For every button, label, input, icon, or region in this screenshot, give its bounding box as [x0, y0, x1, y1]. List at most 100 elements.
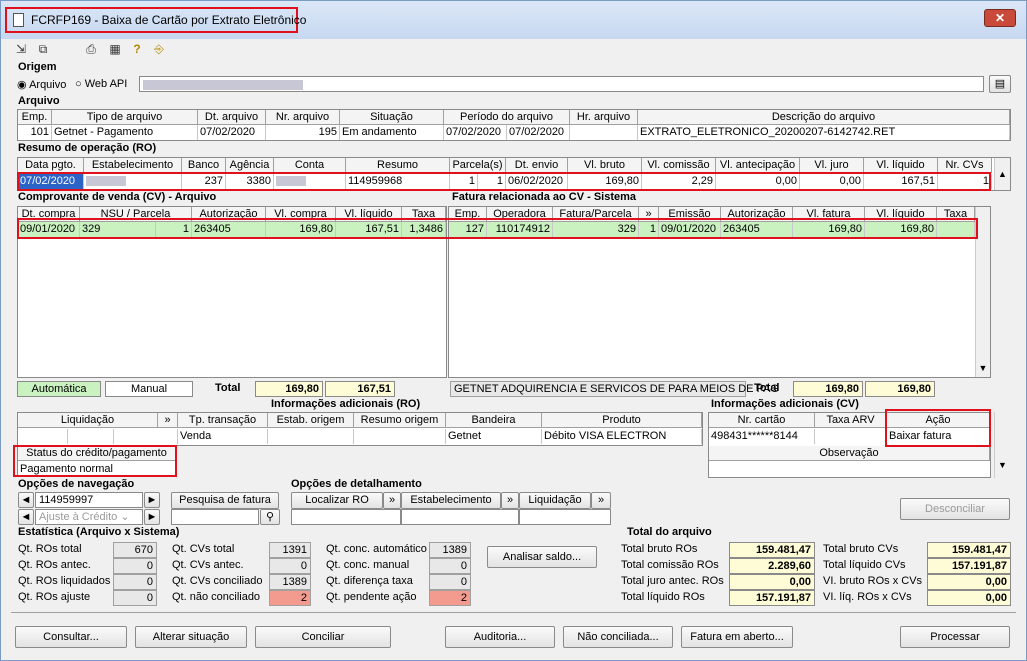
grid-cell[interactable] — [570, 125, 638, 140]
grid-cell[interactable]: EXTRATO_ELETRONICO_20200207-6142742.RET — [638, 125, 1010, 140]
col-header[interactable]: » — [158, 413, 178, 428]
col-header[interactable]: Parcela(s) — [450, 158, 506, 173]
ro-label: Resumo de operação (RO) — [18, 142, 157, 154]
grid-cell[interactable]: Venda — [178, 429, 268, 444]
col-header[interactable]: Resumo origem — [354, 413, 446, 428]
liquidacao-more-button[interactable]: » — [591, 492, 611, 509]
col-header[interactable]: Tipo de arquivo — [52, 110, 198, 125]
copy-icon[interactable]: ⧉ — [35, 41, 51, 57]
grid-cell[interactable] — [354, 429, 446, 444]
new-icon[interactable]: ⇲ — [13, 41, 29, 57]
localizar-ro-button[interactable]: Localizar RO — [291, 492, 383, 509]
info-scrollbar[interactable]: ▼ — [994, 412, 1010, 478]
col-header[interactable]: Hr. arquivo — [570, 110, 638, 125]
grid-cell[interactable]: Em andamento — [340, 125, 444, 140]
col-header[interactable]: Vl. antecipação — [716, 158, 800, 173]
legend-manual: Manual — [105, 381, 193, 397]
grid-cell[interactable]: 07/02/2020 — [198, 125, 266, 140]
conciliar-button[interactable]: Conciliar — [255, 626, 391, 648]
col-header[interactable]: Vl. líquido — [864, 158, 938, 173]
col-header[interactable]: Nr. CVs — [938, 158, 992, 173]
detalhe-field-2[interactable] — [401, 509, 519, 525]
analisar-saldo-button[interactable]: Analisar saldo... — [487, 546, 597, 568]
col-header[interactable]: Bandeira — [446, 413, 542, 428]
col-header[interactable]: Taxa ARV — [815, 413, 887, 428]
col-header[interactable]: Descrição do arquivo — [638, 110, 1010, 125]
col-header[interactable]: Observação — [709, 446, 990, 461]
col-header[interactable]: Vl. bruto — [568, 158, 642, 173]
col-header[interactable]: Situação — [340, 110, 444, 125]
browse-button[interactable]: ▤ — [989, 75, 1011, 93]
stat-label: Qt. CVs total — [172, 543, 235, 555]
stat-label: Qt. ROs liquidados — [18, 575, 111, 587]
pesquisa-field[interactable] — [171, 509, 259, 525]
print-icon[interactable]: ⎙ — [83, 41, 99, 57]
liquidacao-button[interactable]: Liquidação — [519, 492, 591, 509]
grid-cell[interactable]: 07/02/2020 — [507, 125, 570, 140]
grid-cell[interactable] — [114, 429, 178, 444]
col-header[interactable]: Banco — [182, 158, 226, 173]
col-header[interactable]: Produto — [542, 413, 702, 428]
consultar-button[interactable]: Consultar... — [15, 626, 127, 648]
estabelecimento-button[interactable]: Estabelecimento — [401, 492, 501, 509]
radio-arquivo[interactable]: ◉ Arquivo — [17, 78, 66, 91]
grid-cell[interactable] — [18, 429, 68, 444]
col-header[interactable]: Conta — [274, 158, 346, 173]
ro-scrollbar[interactable]: ▲ — [994, 158, 1010, 190]
col-header[interactable]: Estab. origem — [268, 413, 354, 428]
col-header[interactable]: Tp. transação — [178, 413, 268, 428]
grid-cell[interactable]: 195 — [266, 125, 340, 140]
nao-conciliada-button[interactable]: Não conciliada... — [563, 626, 673, 648]
col-header[interactable]: Data pgto. — [18, 158, 84, 173]
nav-prev-button[interactable]: ◄ — [18, 492, 34, 508]
grid-cell[interactable] — [268, 429, 354, 444]
ajuste-prev-button[interactable]: ◄ — [18, 509, 34, 525]
pesquisa-button[interactable]: Pesquisa de fatura — [171, 492, 279, 509]
info-ro-label: Informações adicionais (RO) — [271, 398, 421, 410]
radio-webapi[interactable]: ○ Web API — [75, 78, 127, 90]
file-path-field[interactable] — [139, 76, 984, 92]
window-title: FCRFP169 - Baixa de Cartão por Extrato E… — [5, 7, 306, 33]
grid-cell[interactable]: Getnet — [446, 429, 542, 444]
search-icon[interactable]: ⚲ — [260, 509, 280, 525]
col-header[interactable]: Período do arquivo — [444, 110, 570, 125]
col-header[interactable]: Agência — [226, 158, 274, 173]
estab-more-button[interactable]: » — [501, 492, 519, 509]
grid-cell[interactable]: Getnet - Pagamento — [52, 125, 198, 140]
col-header[interactable]: Vl. comissão — [642, 158, 716, 173]
col-header[interactable]: Nr. arquivo — [266, 110, 340, 125]
col-header[interactable]: Dt. arquivo — [198, 110, 266, 125]
nav-next-button[interactable]: ► — [144, 492, 160, 508]
processar-button[interactable]: Processar — [900, 626, 1010, 648]
grid-cell[interactable] — [68, 429, 114, 444]
col-header[interactable]: Vl. juro — [800, 158, 864, 173]
total-row-value: 2.289,60 — [729, 558, 815, 574]
fatura-em-aberto-button[interactable]: Fatura em aberto... — [681, 626, 793, 648]
ajuste-field[interactable]: Ajuste à Crédito ⌄ — [35, 509, 143, 525]
auditoria-button[interactable]: Auditoria... — [445, 626, 555, 648]
nav-field[interactable]: 114959997 — [35, 492, 143, 508]
ajuste-next-button[interactable]: ► — [144, 509, 160, 525]
col-header[interactable]: Dt. envio — [506, 158, 568, 173]
col-header[interactable]: Emp. — [18, 110, 52, 125]
detalhe-field-3[interactable] — [519, 509, 611, 525]
grid-cell[interactable]: 07/02/2020 — [444, 125, 507, 140]
col-header[interactable]: Resumo — [346, 158, 450, 173]
exit-icon[interactable]: ⎆ — [151, 41, 167, 57]
help-icon[interactable]: ? — [129, 41, 145, 57]
detalhe-field-1[interactable] — [291, 509, 401, 525]
grid-cell[interactable]: Débito VISA ELECTRON — [542, 429, 702, 444]
localizar-more-button[interactable]: » — [383, 492, 401, 509]
col-header[interactable]: Estabelecimento — [84, 158, 182, 173]
desconciliar-button[interactable]: Desconciliar — [900, 498, 1010, 520]
grid-cell[interactable] — [815, 429, 887, 444]
detalhe-label: Opções de detalhamento — [291, 478, 422, 490]
grid-cell[interactable]: 498431******8144 — [709, 429, 815, 444]
grid-icon[interactable]: ▦ — [107, 41, 123, 57]
col-header[interactable]: Liquidação — [18, 413, 158, 428]
col-header[interactable]: Nr. cartão — [709, 413, 815, 428]
info-ro-grid: Liquidação » Tp. transação Estab. origem… — [17, 412, 703, 446]
grid-cell[interactable]: 101 — [18, 125, 52, 140]
close-button[interactable]: ✕ — [984, 9, 1016, 27]
alterar-situacao-button[interactable]: Alterar situação — [135, 626, 247, 648]
